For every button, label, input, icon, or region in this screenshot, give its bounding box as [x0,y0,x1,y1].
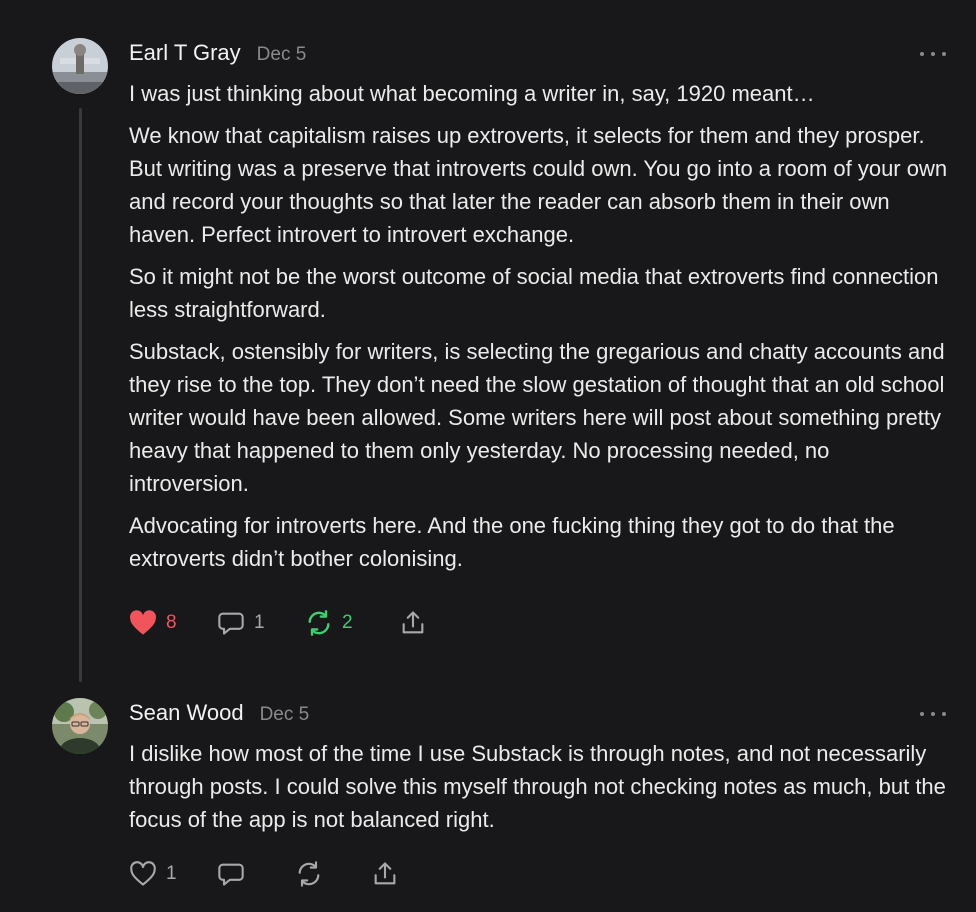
comment-count: 1 [254,612,265,633]
note-body: I was just thinking about what becoming … [129,77,949,584]
author-name[interactable]: Sean Wood [129,700,244,726]
paragraph: I was just thinking about what becoming … [129,81,815,106]
share-icon [402,611,424,634]
paragraph: I dislike how most of the time I use Sub… [129,741,946,832]
comment-icon [218,863,244,886]
note-body: I dislike how most of the time I use Sub… [129,737,949,845]
comment-button[interactable]: 1 [217,608,265,638]
restack-icon [298,861,320,887]
more-options-icon[interactable] [920,707,946,721]
paragraph: Substack, ostensibly for writers, is sel… [129,339,945,496]
share-button[interactable] [399,608,427,638]
avatar[interactable] [52,698,108,754]
comment-button[interactable] [217,859,245,889]
like-button[interactable]: 1 [129,859,177,889]
paragraph: So it might not be the worst outcome of … [129,264,939,322]
like-button[interactable]: 8 [129,608,177,638]
share-button[interactable] [371,859,399,889]
paragraph: Advocating for introverts here. And the … [129,513,895,571]
restack-button[interactable]: 2 [305,608,353,638]
author-name[interactable]: Earl T Gray [129,40,241,66]
note-header: Sean Wood Dec 5 [129,700,309,730]
like-count: 1 [166,863,177,884]
restack-button[interactable] [295,859,323,889]
share-icon [374,862,396,885]
note-header: Earl T Gray Dec 5 [129,40,306,70]
thread-line [79,108,82,682]
comment-icon [218,612,244,635]
heart-outline-icon [130,861,156,886]
paragraph: We know that capitalism raises up extrov… [129,123,948,247]
post-date[interactable]: Dec 5 [257,44,307,66]
more-options-icon[interactable] [920,47,946,61]
note-actions: 8 1 2 [129,608,449,638]
restack-count: 2 [342,612,353,633]
heart-filled-icon [130,610,156,635]
restack-icon [308,610,330,636]
like-count: 8 [166,612,177,633]
note-actions: 1 [129,859,449,889]
post-date[interactable]: Dec 5 [260,704,310,726]
avatar[interactable] [52,38,108,94]
